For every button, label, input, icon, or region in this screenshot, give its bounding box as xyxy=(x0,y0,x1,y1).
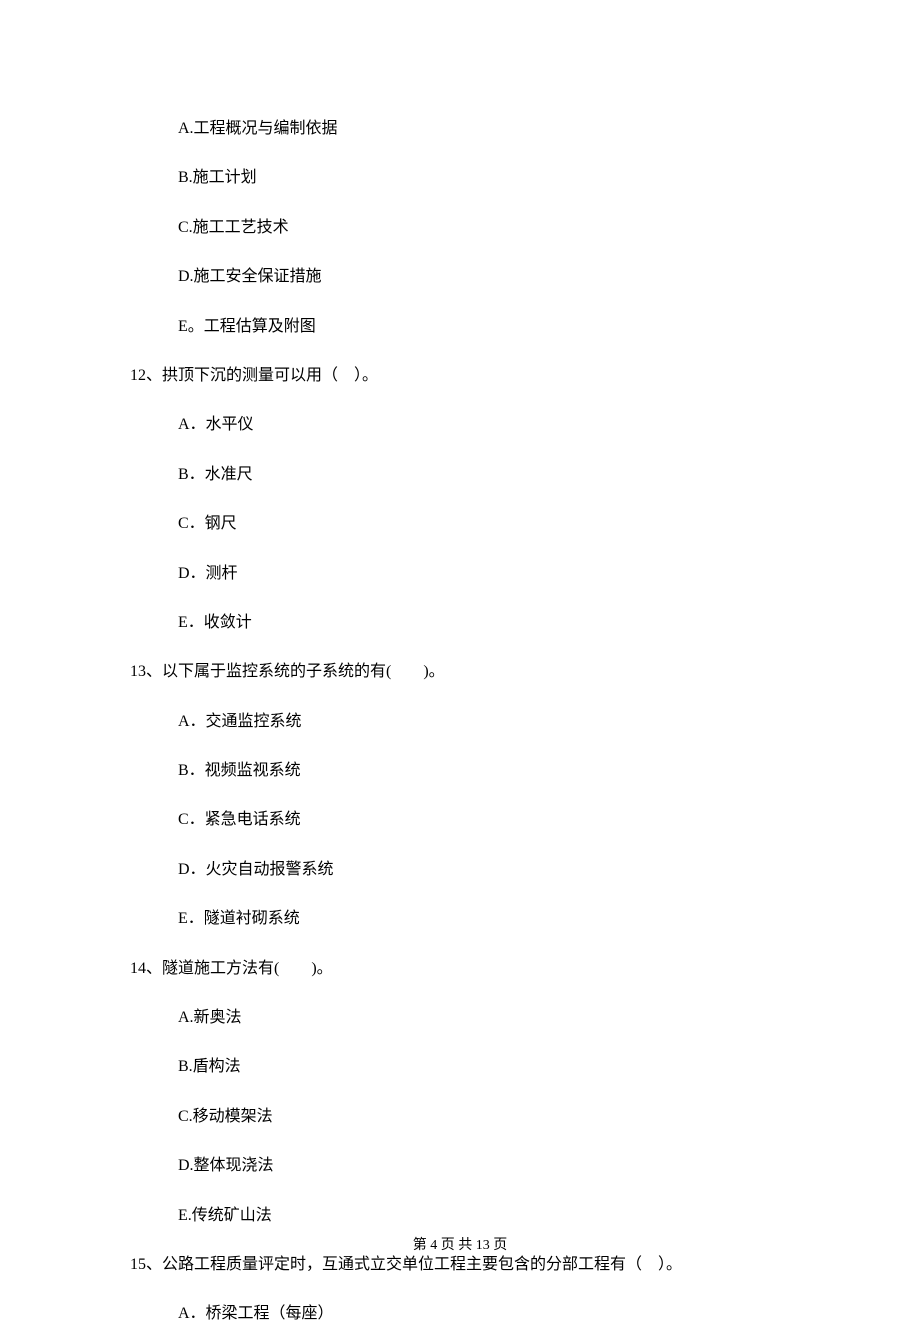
question-15: 15、公路工程质量评定时，互通式立交单位工程主要包含的分部工程有（ ）。 xyxy=(130,1254,790,1276)
q13-option-d: D．火灾自动报警系统 xyxy=(178,859,790,881)
q12-option-b: B．水准尺 xyxy=(178,464,790,486)
q15-option-a: A．桥梁工程（每座） xyxy=(178,1303,790,1325)
q14-option-c: C.移动模架法 xyxy=(178,1106,790,1128)
q14-option-a: A.新奥法 xyxy=(178,1007,790,1029)
page-content: A.工程概况与编制依据 B.施工计划 C.施工工艺技术 D.施工安全保证措施 E… xyxy=(0,0,920,1326)
option-c: C.施工工艺技术 xyxy=(178,217,790,239)
q14-option-d: D.整体现浇法 xyxy=(178,1155,790,1177)
option-b: B.施工计划 xyxy=(178,167,790,189)
page-footer: 第 4 页 共 13 页 xyxy=(0,1234,920,1254)
q14-option-b: B.盾构法 xyxy=(178,1056,790,1078)
q14-option-e: E.传统矿山法 xyxy=(178,1205,790,1227)
question-12: 12、拱顶下沉的测量可以用（ ）。 xyxy=(130,365,790,387)
question-14: 14、隧道施工方法有( )。 xyxy=(130,958,790,980)
q13-option-c: C．紧急电话系统 xyxy=(178,809,790,831)
option-e: E。工程估算及附图 xyxy=(178,316,790,338)
q13-option-b: B．视频监视系统 xyxy=(178,760,790,782)
question-13: 13、以下属于监控系统的子系统的有( )。 xyxy=(130,661,790,683)
option-d: D.施工安全保证措施 xyxy=(178,266,790,288)
q12-option-a: A．水平仪 xyxy=(178,414,790,436)
option-a: A.工程概况与编制依据 xyxy=(178,118,790,140)
q12-option-e: E．收敛计 xyxy=(178,612,790,634)
q12-option-c: C．钢尺 xyxy=(178,513,790,535)
q12-option-d: D．测杆 xyxy=(178,563,790,585)
q13-option-a: A．交通监控系统 xyxy=(178,711,790,733)
q13-option-e: E．隧道衬砌系统 xyxy=(178,908,790,930)
